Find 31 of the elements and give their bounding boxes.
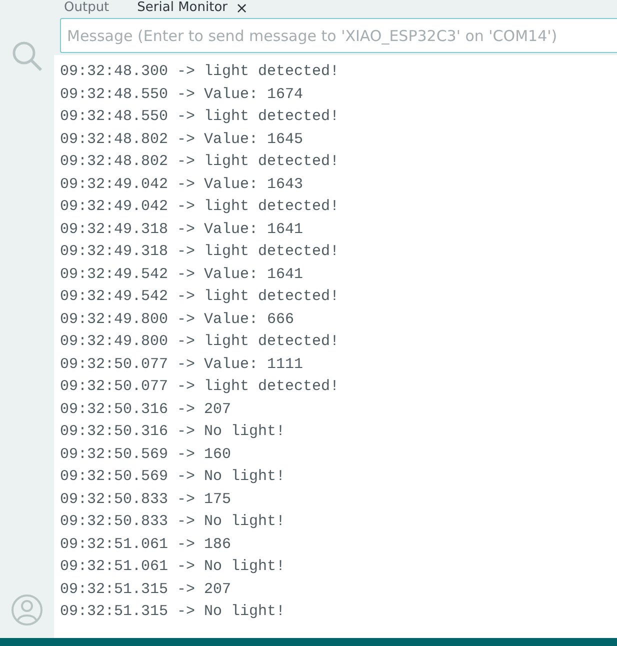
log-line: 09:32:50.077 -> light detected! xyxy=(60,377,340,397)
log-line: 09:32:50.077 -> Value: 1111 xyxy=(60,354,304,374)
log-line: 09:32:51.061 -> 186 xyxy=(60,534,232,554)
close-icon[interactable]: × xyxy=(236,0,248,17)
log-line: 09:32:50.316 -> 207 xyxy=(60,400,232,420)
tab[interactable]: Serial Monitor xyxy=(137,0,228,16)
log-line: 09:32:51.315 -> 207 xyxy=(60,580,232,600)
log-line: 09:32:50.569 -> 160 xyxy=(60,444,232,464)
log-line: 09:32:50.569 -> No light! xyxy=(60,467,286,487)
log-line: 09:32:50.833 -> 175 xyxy=(60,490,232,510)
log-line: 09:32:50.316 -> No light! xyxy=(60,422,286,442)
log-line: 09:32:48.802 -> Value: 1645 xyxy=(60,130,304,150)
log-line: 09:32:49.042 -> light detected! xyxy=(60,197,340,217)
log-line: 09:32:51.315 -> No light! xyxy=(60,602,286,622)
search-icon[interactable] xyxy=(11,40,43,72)
log-line: 09:32:51.061 -> No light! xyxy=(60,557,286,577)
log-line: 09:32:49.800 -> Value: 666 xyxy=(60,310,296,330)
log-line: 09:32:49.800 -> light detected! xyxy=(60,332,340,352)
tab[interactable]: Output xyxy=(64,0,110,16)
log-line: 09:32:48.550 -> light detected! xyxy=(60,107,340,127)
log-line: 09:32:48.300 -> light detected! xyxy=(60,62,340,82)
message-field[interactable]: Message (Enter to send message to 'XIAO_ESP32C3' on 'COM14') xyxy=(60,18,617,53)
log-line: 09:32:49.318 -> Value: 1641 xyxy=(60,220,304,240)
user-icon[interactable] xyxy=(11,594,43,626)
log-line: 09:32:48.550 -> Value: 1674 xyxy=(60,84,304,104)
log-line: 09:32:49.042 -> Value: 1643 xyxy=(60,174,304,194)
log-line: 09:32:49.542 -> Value: 1641 xyxy=(60,264,304,284)
log-line: 09:32:49.542 -> light detected! xyxy=(60,287,340,307)
log-line: 09:32:50.833 -> No light! xyxy=(60,512,286,532)
log-line: 09:32:49.318 -> light detected! xyxy=(60,242,340,262)
log-line: 09:32:48.802 -> light detected! xyxy=(60,152,340,172)
